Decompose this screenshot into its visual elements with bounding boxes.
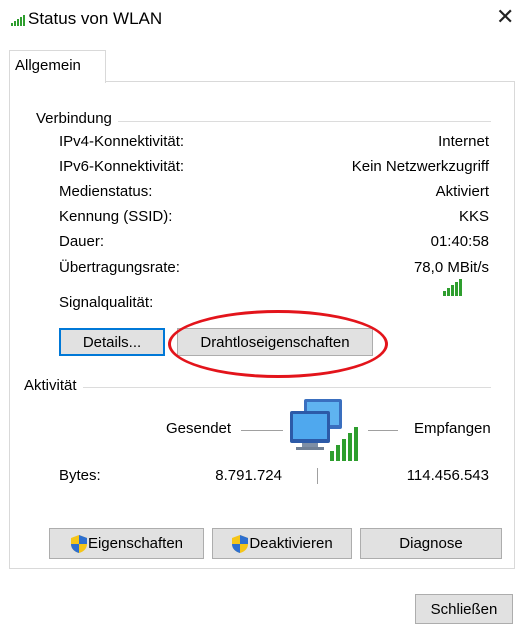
sent-label: Gesendet bbox=[166, 420, 232, 437]
close-icon[interactable]: ✕ bbox=[496, 6, 514, 28]
activity-divider bbox=[24, 387, 491, 388]
activity-separator bbox=[317, 468, 318, 484]
ipv4-label: IPv4-Konnektivität: bbox=[59, 133, 185, 150]
duration-value: 01:40:58 bbox=[430, 233, 489, 250]
bytes-received-value: 114.456.543 bbox=[406, 467, 489, 484]
received-label: Empfangen bbox=[414, 420, 491, 437]
duration-label: Dauer: bbox=[59, 233, 105, 250]
properties-button-label: Eigenschaften bbox=[87, 535, 184, 552]
sent-line bbox=[241, 430, 283, 431]
details-button-label: Details... bbox=[82, 333, 142, 351]
window-title: Status von WLAN bbox=[28, 9, 163, 28]
ipv6-value: Kein Netzwerkzugriff bbox=[351, 158, 489, 175]
signal-quality-label: Signalqualität: bbox=[59, 294, 154, 311]
network-computers-icon bbox=[290, 399, 358, 461]
title-bar: Status von WLAN ✕ bbox=[0, 0, 525, 38]
media-status-label: Medienstatus: bbox=[59, 183, 153, 200]
close-button[interactable]: Schließen bbox=[415, 594, 513, 624]
diagnose-button-label: Diagnose bbox=[399, 535, 463, 552]
wireless-properties-button[interactable]: Drahtloseigenschaften bbox=[177, 328, 373, 356]
uac-shield-icon bbox=[70, 534, 87, 553]
properties-button[interactable]: Eigenschaften bbox=[49, 528, 204, 559]
close-button-label: Schließen bbox=[430, 600, 498, 618]
media-status-value: Aktiviert bbox=[435, 183, 489, 200]
diagnose-button[interactable]: Diagnose bbox=[360, 528, 502, 559]
ssid-value: KKS bbox=[458, 208, 489, 225]
details-button[interactable]: Details... bbox=[59, 328, 165, 356]
connection-heading: Verbindung bbox=[36, 110, 118, 127]
bytes-label: Bytes: bbox=[59, 467, 101, 484]
tab-allgemein[interactable]: Allgemein bbox=[9, 50, 106, 83]
activity-heading: Aktivität bbox=[24, 377, 83, 394]
ipv6-label: IPv6-Konnektivität: bbox=[59, 158, 185, 175]
ipv4-value: Internet bbox=[438, 133, 489, 150]
received-line bbox=[368, 430, 398, 431]
signal-quality-icon bbox=[443, 279, 462, 296]
ssid-label: Kennung (SSID): bbox=[59, 208, 173, 225]
transfer-rate-label: Übertragungsrate: bbox=[59, 259, 180, 276]
disable-button[interactable]: Deaktivieren bbox=[212, 528, 352, 559]
wifi-signal-icon bbox=[11, 15, 25, 26]
tab-label: Allgemein bbox=[15, 57, 81, 74]
disable-button-label: Deaktivieren bbox=[249, 535, 333, 552]
wireless-properties-label: Drahtloseigenschaften bbox=[200, 333, 350, 351]
transfer-rate-value: 78,0 MBit/s bbox=[413, 259, 489, 276]
tab-panel bbox=[9, 81, 515, 569]
uac-shield-icon bbox=[232, 534, 249, 553]
bytes-sent-value: 8.791.724 bbox=[215, 467, 282, 484]
